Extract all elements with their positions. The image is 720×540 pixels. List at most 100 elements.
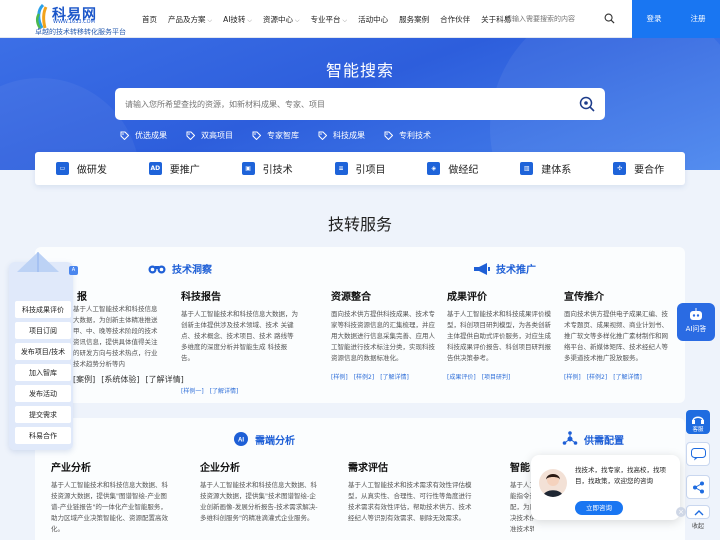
ad-icon: AD — [148, 162, 162, 175]
nav-item[interactable]: AI技转 ⌵ — [223, 14, 252, 25]
quick-link[interactable]: ▭ 做研发 — [35, 152, 128, 185]
header-search — [505, 10, 617, 28]
card-link[interactable]: [样例] — [331, 374, 348, 381]
service-card-links: [案例] [系统体验] [了解详情] — [73, 374, 190, 385]
service-card[interactable]: 产业分析 基于人工智能技术和科技信息大数据、科技资源大数据，提供集"图谱智绘-产… — [51, 459, 171, 535]
smart-search-box — [115, 88, 605, 120]
chevron-down-icon: ⌵ — [294, 16, 300, 24]
top-header: 科易网 WWW.1633.COM 卓越的技术转移转化服务平台 首页 产品及方案 ⌵ A… — [0, 0, 720, 38]
card-link[interactable]: [了解详情] — [210, 388, 239, 395]
card-link[interactable]: [系统体验] — [101, 375, 139, 384]
card-link[interactable]: [样例] — [564, 374, 581, 381]
sidebar-item[interactable]: 科易合作 — [15, 427, 71, 444]
sidebar-item[interactable]: 提交需求 — [15, 406, 71, 423]
group-title-tech-insight: 技术洞察 — [148, 261, 212, 276]
nav-item[interactable]: 产品及方案 ⌵ — [168, 14, 212, 25]
sidebar-ai-badge-icon: A — [69, 266, 78, 275]
handshake-icon: ◈ — [427, 162, 441, 175]
collapse-button[interactable] — [686, 505, 710, 519]
sidebar-item[interactable]: 项目订阅 — [15, 322, 71, 339]
service-card[interactable]: 需求评估 基于人工智能技术和技术需求有效性评估模 型，从真实性、合理性、可行性等… — [348, 459, 472, 524]
service-card[interactable]: 资源整合 面向技术供方提供科技成果、技术专家等科技资源信息的汇集梳理，并应用大数… — [331, 288, 439, 381]
card-link[interactable]: [了解详情] — [146, 375, 184, 384]
document-icon: ≡ — [334, 162, 348, 175]
help-button[interactable]: 客服 — [686, 410, 710, 434]
chevron-up-icon — [694, 510, 704, 516]
login-button[interactable]: 登录 — [632, 0, 676, 38]
sidebar-item[interactable]: 发布项目/技术 — [15, 343, 71, 360]
agent-avatar — [539, 469, 567, 497]
quick-link[interactable]: ◈ 做经纪 — [406, 152, 499, 185]
nav-item[interactable]: 资源中心 ⌵ — [263, 14, 300, 25]
hot-tag[interactable]: 专家智库 — [252, 130, 299, 141]
card-link[interactable]: [案例] — [73, 375, 95, 384]
sidebar-item[interactable]: 发布活动 — [15, 385, 71, 402]
service-card[interactable]: 成果评价 基于人工智能技术和科技成果评价模型，科创项目研判模型，为各类创新主体提… — [447, 288, 553, 381]
consult-popup: 找技术，找专家，找高校，找项目，找政策，欢迎您的咨询 立即咨询 — [531, 455, 680, 520]
card-link[interactable]: [样例一] — [181, 388, 204, 395]
paper-plane-icon — [17, 252, 59, 272]
hot-tag[interactable]: 双高项目 — [186, 130, 233, 141]
quick-link[interactable]: ▣ 引技术 — [221, 152, 314, 185]
nav-item[interactable]: 合作伙伴 — [440, 14, 470, 25]
binoculars-icon — [148, 265, 166, 274]
brand-slogan: 卓越的技术转移转化服务平台 — [35, 28, 126, 36]
quick-link[interactable]: ▥ 建体系 — [499, 152, 592, 185]
group-title-tech-promo: 技术推广 — [473, 261, 536, 276]
tag-icon — [318, 131, 327, 140]
close-icon[interactable]: × — [676, 507, 686, 517]
share-button[interactable] — [686, 475, 710, 499]
quick-link[interactable]: AD 要推广 — [128, 152, 221, 185]
nav-item[interactable]: 服务案例 — [399, 14, 429, 25]
register-button[interactable]: 注册 — [676, 0, 720, 38]
ai-search-icon[interactable] — [579, 96, 595, 112]
headset-icon — [692, 416, 704, 424]
consult-now-button[interactable]: 立即咨询 — [575, 501, 623, 515]
robot-icon — [690, 308, 702, 320]
chevron-down-icon: ⌵ — [207, 16, 213, 24]
quick-link[interactable]: ✣ 要合作 — [592, 152, 685, 185]
tag-icon — [384, 131, 393, 140]
svg-text:AI: AI — [238, 438, 244, 444]
tag-icon — [252, 131, 261, 140]
collapse-label: 收起 — [691, 523, 704, 530]
nav-item[interactable]: 活动中心 — [358, 14, 388, 25]
group-title-demand-analysis: AI 需端分析 — [233, 431, 295, 447]
sidebar-item[interactable]: 科技成果评价 — [15, 301, 71, 318]
service-card[interactable]: 科技报告 基于人工智能技术和科技信息大数据，为创新主体提供涉及技术领域、技术 关… — [181, 288, 299, 395]
hot-tag[interactable]: 优选成果 — [120, 130, 167, 141]
card-link[interactable]: [项目研判] — [482, 374, 511, 381]
card-link[interactable]: [了解详情] — [613, 374, 642, 381]
hot-tag[interactable]: 科技成果 — [318, 130, 365, 141]
network-icon: ✣ — [613, 162, 627, 175]
ai-qa-button[interactable]: AI问答 — [677, 303, 715, 341]
service-card[interactable]: 企业分析 基于人工智能技术和科技信息大数据、科技资源大数据，提供集"技术图谱智绘… — [200, 459, 322, 524]
nav-item[interactable]: 首页 — [142, 14, 157, 25]
header-search-input[interactable] — [505, 10, 597, 28]
hot-tag[interactable]: 专利技术 — [384, 130, 431, 141]
brand-logo[interactable]: 科易网 WWW.1633.COM 卓越的技术转移转化服务平台 — [34, 3, 134, 36]
card-link[interactable]: [了解详情] — [380, 374, 409, 381]
sidebar-item[interactable]: 加入智库 — [15, 364, 71, 381]
search-icon[interactable] — [604, 13, 615, 24]
chevron-down-icon: ⌵ — [247, 16, 252, 24]
card-link[interactable]: [成果评价] — [447, 374, 476, 381]
main-nav: 首页 产品及方案 ⌵ AI技转 ⌵ 资源中心 ⌵ 专业平台 ⌵ 活动中心 服务案例 合作伙伴 关于科易 — [142, 0, 522, 38]
card-link[interactable]: [样例2] — [354, 374, 375, 381]
hot-tags: 优选成果 双高项目 专家智库 科技成果 专利技术 — [120, 130, 450, 141]
ai-icon: AI — [234, 432, 248, 446]
share-icon — [693, 481, 704, 494]
network-icon — [562, 431, 578, 445]
quick-links-bar: ▭ 做研发 AD 要推广 ▣ 引技术 ≡ 引项目 ◈ 做经纪 ▥ 建体系 ✣ 要合作 — [35, 152, 685, 185]
group-title-supply-config: 供需配置 — [562, 431, 624, 447]
nav-item[interactable]: 专业平台 ⌵ — [311, 14, 348, 25]
chevron-down-icon: ⌵ — [342, 16, 348, 24]
consult-text: 找技术，找专家，找高校，找项目，找政策，欢迎您的咨询 — [575, 466, 666, 485]
quick-link[interactable]: ≡ 引项目 — [314, 152, 407, 185]
left-quick-sidebar: A 科技成果评价 项目订阅发布项目/技术 加入智库发布活动提交需求科易合作 — [9, 252, 78, 450]
service-card[interactable]: 宣传推介 面向技术供方提供电子成果汇编、技术专题页、成果视频、商业计划书、推广软… — [564, 288, 672, 381]
hero-title: 智能搜索 — [325, 61, 394, 80]
smart-search-input[interactable] — [125, 96, 565, 112]
chat-button[interactable] — [686, 442, 710, 466]
card-link[interactable]: [样例2] — [587, 374, 608, 381]
